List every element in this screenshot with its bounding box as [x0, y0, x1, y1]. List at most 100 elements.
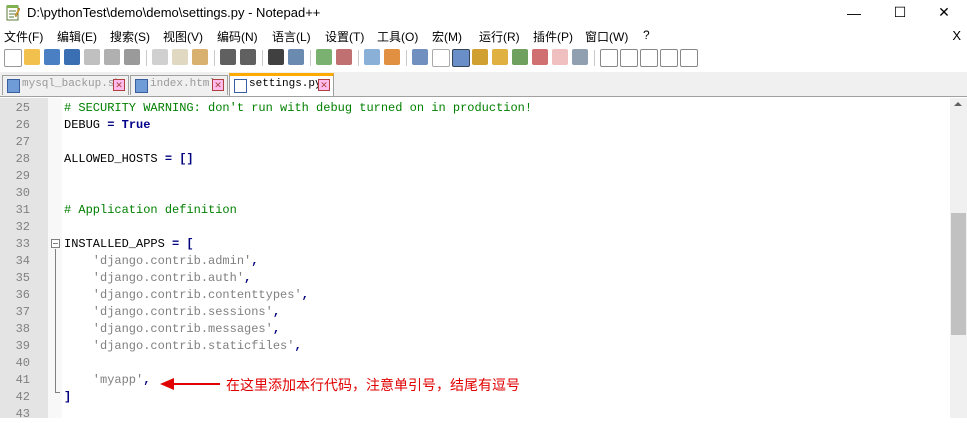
close-button[interactable]: ✕ — [921, 0, 967, 25]
sync-vertical-icon[interactable] — [364, 49, 380, 65]
code-line[interactable]: 36 'django.contrib.contenttypes', — [0, 287, 950, 304]
line-number: 42 — [15, 390, 30, 404]
tab-close-icon[interactable]: ✕ — [113, 79, 125, 91]
redo-icon[interactable] — [240, 49, 256, 65]
code-line[interactable]: 34 'django.contrib.admin', — [0, 253, 950, 270]
code-line[interactable]: 40 — [0, 355, 950, 372]
code-token: DEBUG — [64, 118, 101, 132]
code-line[interactable]: 38 'django.contrib.messages', — [0, 321, 950, 338]
scroll-up-icon[interactable] — [954, 102, 962, 106]
menu-view[interactable]: 视图(V) — [163, 28, 203, 45]
word-wrap-icon[interactable] — [412, 49, 428, 65]
code-line[interactable]: 33 INSTALLED_APPS = [ — [0, 236, 950, 253]
tab-close-icon[interactable]: ✕ — [212, 79, 224, 91]
save-all-icon[interactable] — [64, 49, 80, 65]
code-line[interactable]: 30 — [0, 185, 950, 202]
tab-close-icon[interactable]: ✕ — [318, 79, 330, 91]
code-token: 'django.contrib.sessions' — [64, 305, 273, 319]
code-line[interactable]: 31 # Application definition — [0, 202, 950, 219]
line-number: 34 — [15, 254, 30, 268]
code-text: ] — [64, 389, 71, 406]
code-token: 'django.contrib.auth' — [64, 271, 245, 285]
code-line[interactable]: 28 ALLOWED_HOSTS = [] — [0, 151, 950, 168]
code-line[interactable]: 39 'django.contrib.staticfiles', — [0, 338, 950, 355]
monitor-icon[interactable] — [532, 49, 548, 65]
close-document-button[interactable]: X — [952, 28, 961, 43]
play-macro-icon[interactable] — [640, 49, 658, 67]
code-token: , — [272, 322, 281, 336]
code-text: ALLOWED_HOSTS = [] — [64, 151, 194, 168]
minimize-button[interactable]: — — [831, 0, 877, 25]
code-line[interactable]: 27 — [0, 134, 950, 151]
fold-end-marker — [55, 392, 60, 393]
save-macro-icon[interactable] — [680, 49, 698, 67]
tab-index-html[interactable]: index.html ✕ — [130, 75, 228, 95]
eye-icon[interactable] — [572, 49, 588, 65]
code-token: 'django.contrib.admin' — [64, 254, 252, 268]
new-file-icon[interactable] — [4, 49, 22, 67]
fold-toggle-icon[interactable] — [51, 239, 60, 248]
show-all-chars-icon[interactable] — [432, 49, 450, 67]
doc-map-icon[interactable] — [472, 49, 488, 65]
toolbar-divider — [214, 50, 215, 66]
menu-tools[interactable]: 工具(O) — [377, 28, 418, 45]
code-token: True — [121, 118, 151, 132]
line-number: 43 — [15, 407, 30, 421]
maximize-button[interactable]: ☐ — [877, 0, 923, 25]
paste-icon[interactable] — [192, 49, 208, 65]
code-line[interactable]: 25 # SECURITY WARNING: don't run with deb… — [0, 100, 950, 117]
line-number: 35 — [15, 271, 30, 285]
line-number: 27 — [15, 135, 30, 149]
tab-mysql-backup[interactable]: mysql_backup.sh ✕ — [2, 75, 129, 95]
menu-file[interactable]: 文件(F) — [4, 28, 43, 45]
document-list-icon[interactable] — [552, 49, 568, 65]
vertical-scrollbar[interactable] — [950, 98, 967, 418]
cut-icon[interactable] — [152, 49, 168, 65]
code-line[interactable]: 29 — [0, 168, 950, 185]
folder-workspace-icon[interactable] — [512, 49, 528, 65]
menu-bar: 文件(F) 编辑(E) 搜索(S) 视图(V) 编码(N) 语言(L) 设置(T… — [0, 26, 967, 46]
window-title: D:\pythonTest\demo\demo\settings.py - No… — [27, 5, 321, 20]
scrollbar-thumb[interactable] — [951, 213, 966, 335]
title-bar: D:\pythonTest\demo\demo\settings.py - No… — [0, 0, 967, 25]
close-all-icon[interactable] — [104, 49, 120, 65]
find-icon[interactable] — [268, 49, 284, 65]
code-line[interactable]: 26 DEBUG = True — [0, 117, 950, 134]
code-line[interactable]: 43 — [0, 406, 950, 423]
file-icon — [234, 79, 247, 93]
copy-icon[interactable] — [172, 49, 188, 65]
code-token: 'django.contrib.contenttypes' — [64, 288, 302, 302]
code-text: DEBUG = True — [64, 117, 150, 134]
menu-search[interactable]: 搜索(S) — [110, 28, 150, 45]
code-line[interactable]: 37 'django.contrib.sessions', — [0, 304, 950, 321]
save-icon[interactable] — [44, 49, 60, 65]
close-file-icon[interactable] — [84, 49, 100, 65]
menu-plugins[interactable]: 插件(P) — [533, 28, 573, 45]
function-list-icon[interactable] — [492, 49, 508, 65]
menu-macro[interactable]: 宏(M) — [432, 28, 462, 45]
zoom-out-icon[interactable] — [336, 49, 352, 65]
menu-window[interactable]: 窗口(W) — [585, 28, 628, 45]
menu-settings[interactable]: 设置(T) — [325, 28, 364, 45]
menu-help[interactable]: ? — [643, 28, 650, 42]
indent-guide-icon[interactable] — [452, 49, 470, 67]
code-line[interactable]: 32 — [0, 219, 950, 236]
tab-settings-py[interactable]: settings.py ✕ — [229, 73, 334, 96]
zoom-in-icon[interactable] — [316, 49, 332, 65]
menu-encoding[interactable]: 编码(N) — [217, 28, 258, 45]
stop-macro-icon[interactable] — [620, 49, 638, 67]
menu-run[interactable]: 运行(R) — [479, 28, 520, 45]
code-token: 'django.contrib.messages' — [64, 322, 273, 336]
code-editor[interactable]: 25 # SECURITY WARNING: don't run with deb… — [0, 98, 950, 421]
sync-horizontal-icon[interactable] — [384, 49, 400, 65]
print-icon[interactable] — [124, 49, 140, 65]
record-macro-icon[interactable] — [600, 49, 618, 67]
menu-edit[interactable]: 编辑(E) — [57, 28, 97, 45]
code-line[interactable]: 35 'django.contrib.auth', — [0, 270, 950, 287]
replace-icon[interactable] — [288, 49, 304, 65]
run-macro-multiple-icon[interactable] — [660, 49, 678, 67]
toolbar-divider — [310, 50, 311, 66]
undo-icon[interactable] — [220, 49, 236, 65]
open-file-icon[interactable] — [24, 49, 40, 65]
menu-language[interactable]: 语言(L) — [272, 28, 311, 45]
